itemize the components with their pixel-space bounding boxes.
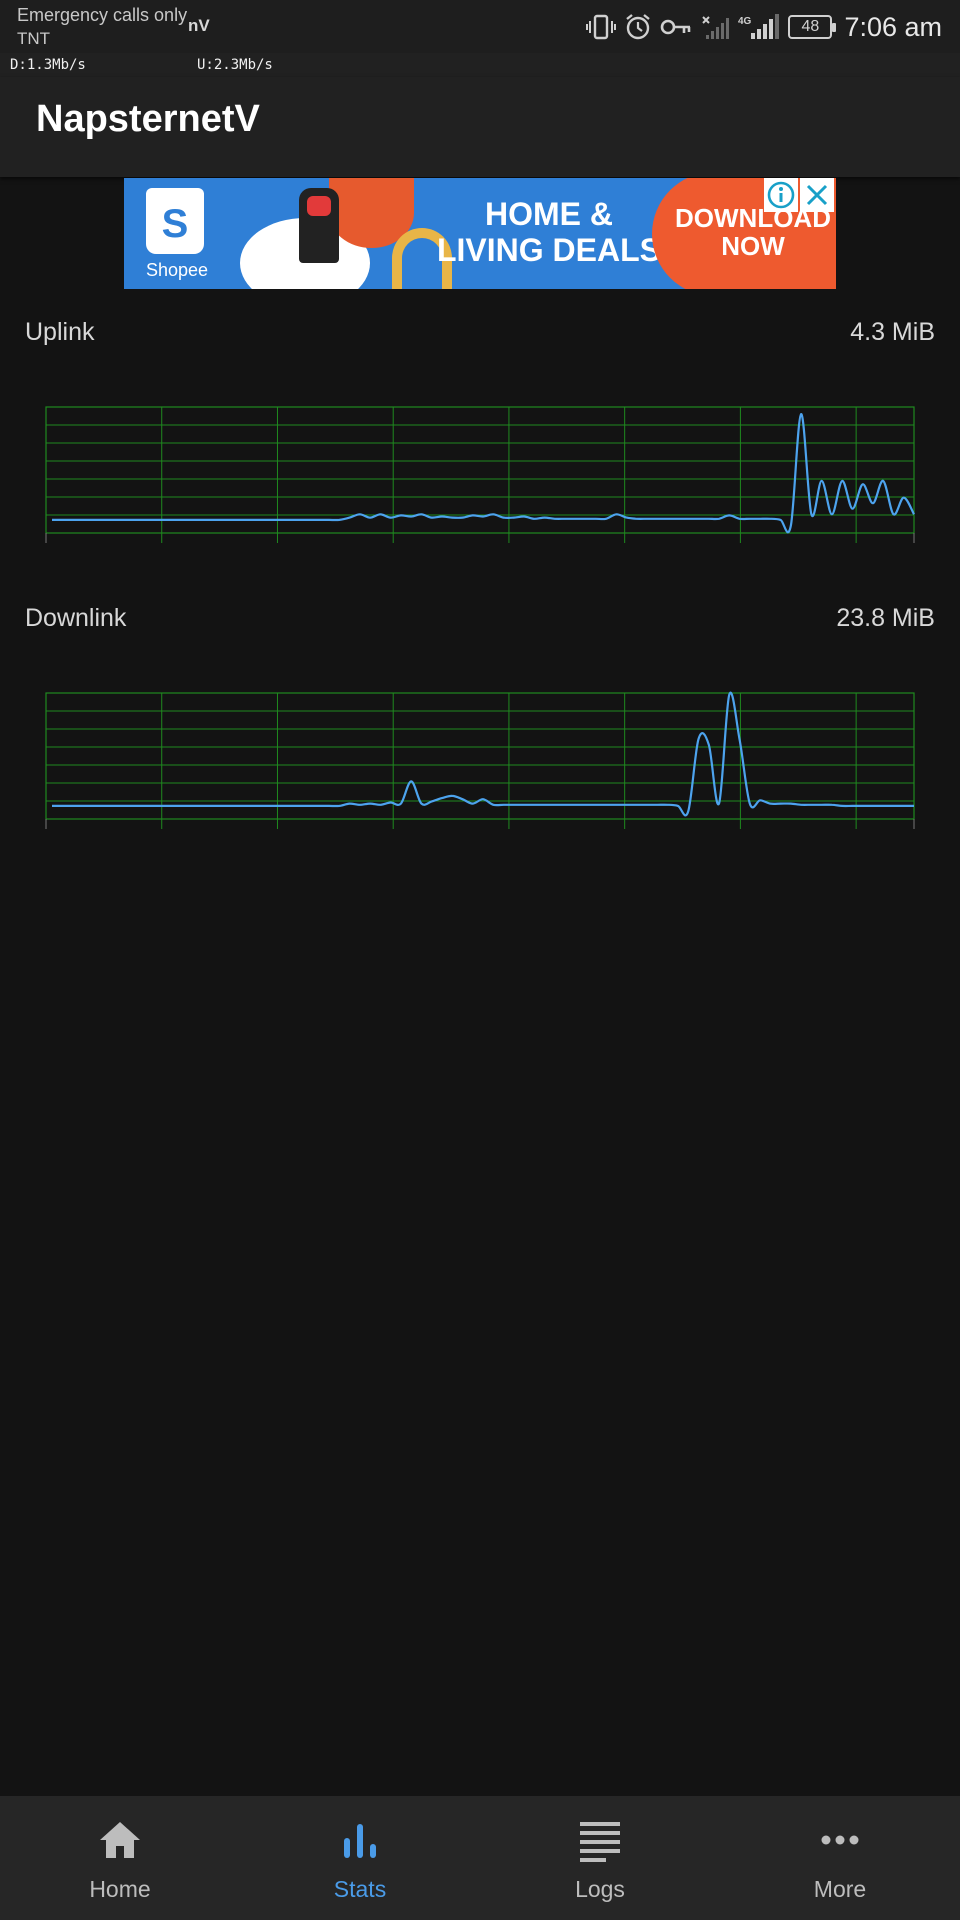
download-speed: D:1.3Mb/s (10, 57, 86, 73)
downlink-value: 23.8 MiB (836, 604, 935, 632)
uplink-label: Uplink (25, 318, 95, 346)
app-title: NapsternetV (36, 98, 260, 140)
ad-brand: Shopee (146, 260, 209, 280)
battery-icon: 48 (788, 15, 837, 39)
downlink-graph (45, 691, 915, 829)
more-icon (821, 1835, 859, 1845)
ad-banner[interactable]: S Shopee HOME & LIVING DEALS DOWNLOAD NO… (124, 178, 836, 289)
bottom-navigation: Home Stats Logs More (0, 1796, 960, 1920)
home-icon (100, 1822, 140, 1858)
shopee-logo-icon: S (146, 188, 204, 254)
ad-cta-label: DOWNLOAD NOW (668, 204, 836, 260)
ad-close-icon[interactable] (800, 178, 834, 212)
ad-chair-image (299, 188, 339, 263)
status-clock: 7:06 am (844, 11, 942, 42)
uplink-graph (45, 406, 915, 543)
nav-more-label: More (813, 1876, 867, 1902)
ad-info-icon[interactable] (764, 178, 798, 212)
app-notification-badge: nV (188, 16, 210, 35)
nav-home-label: Home (89, 1876, 151, 1902)
nav-more[interactable]: More (720, 1796, 960, 1920)
logs-icon (580, 1822, 620, 1862)
uplink-value: 4.3 MiB (850, 318, 935, 346)
alarm-icon (626, 14, 651, 40)
shopee-logo-letter: S (161, 202, 189, 246)
network-type-label: 4G (738, 16, 752, 27)
upload-speed: U:2.3Mb/s (197, 57, 273, 73)
signal-4g-icon: 4G (738, 14, 780, 39)
nav-stats-label: Stats (333, 1876, 387, 1902)
vpn-key-icon (661, 19, 691, 35)
uplink-graph-frame (45, 406, 915, 534)
nav-logs[interactable]: Logs (480, 1796, 720, 1920)
vibrate-icon (586, 14, 617, 40)
status-bar: Emergency calls only TNT nV 4G 48 7:06 a… (0, 0, 960, 53)
carrier-status: Emergency calls only (17, 5, 188, 25)
ad-cta-line2: NOW (721, 231, 785, 261)
speed-overlay: D:1.3Mb/s U:2.3Mb/s (0, 53, 960, 77)
app-bar: NapsternetV (0, 77, 960, 177)
nav-logs-label: Logs (575, 1876, 625, 1902)
status-icons: 4G 48 7:06 am (586, 10, 942, 44)
downlink-label: Downlink (25, 604, 127, 632)
nav-home[interactable]: Home (0, 1796, 240, 1920)
carrier-name: TNT (17, 29, 51, 48)
nav-stats[interactable]: Stats (240, 1796, 480, 1920)
stats-icon (344, 1824, 376, 1858)
signal-no-service-icon (702, 16, 730, 39)
